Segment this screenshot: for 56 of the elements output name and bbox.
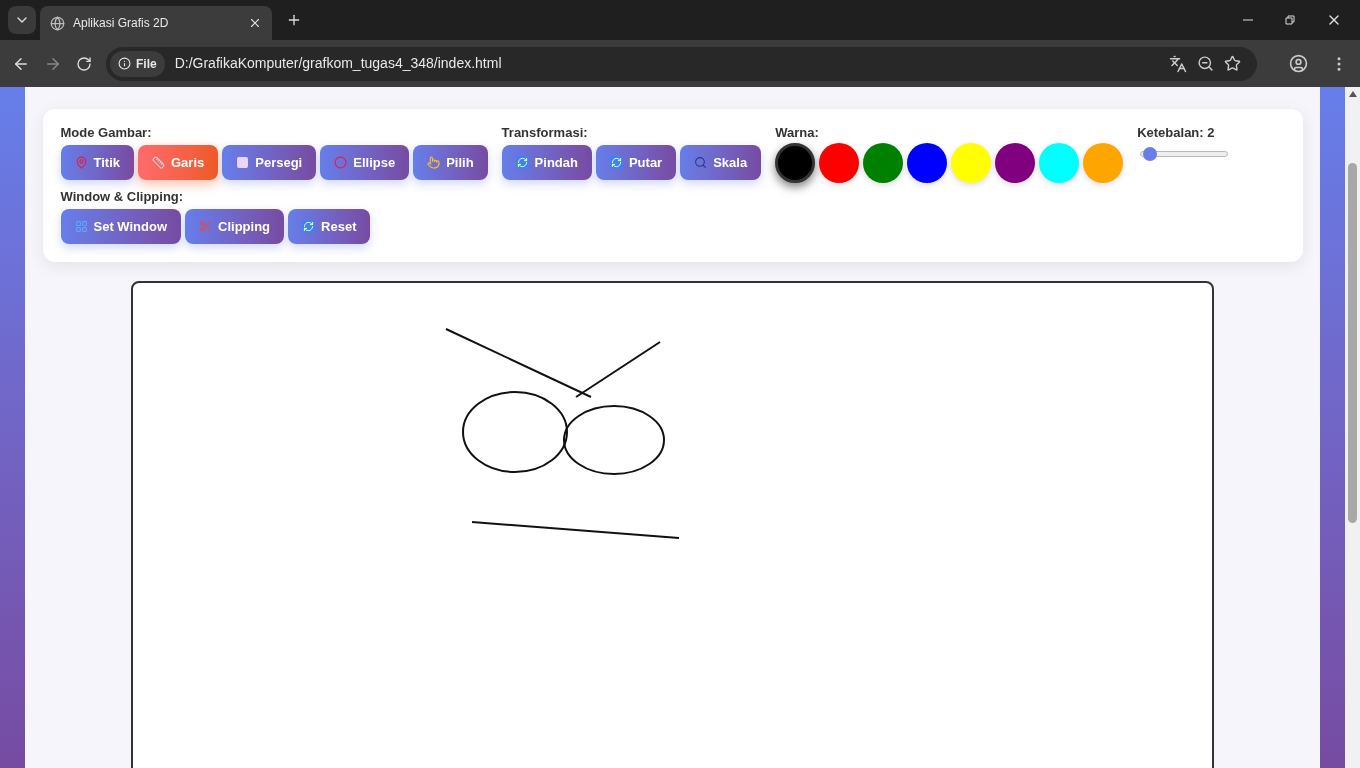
tool-button[interactable]: Putar bbox=[595, 145, 677, 180]
scissors-icon bbox=[199, 220, 213, 233]
reload-icon[interactable] bbox=[76, 55, 92, 72]
url-text: D:/GrafikaKomputer/grafkom_tugas4_348/index.html bbox=[174, 54, 503, 73]
zoom-out-icon[interactable] bbox=[1197, 55, 1214, 72]
ruler-icon bbox=[152, 156, 165, 169]
site-info-chip[interactable]: File bbox=[110, 50, 165, 77]
group-label: Window & Clipping: bbox=[60, 189, 185, 205]
globe-icon bbox=[50, 15, 65, 31]
scrollbar[interactable] bbox=[1345, 87, 1360, 768]
color-swatch[interactable] bbox=[819, 143, 860, 183]
translate-icon[interactable] bbox=[1169, 54, 1187, 73]
address-bar[interactable]: File D:/GrafikaKomputer/grafkom_tugas4_348/index.html bbox=[106, 46, 1257, 81]
profile-icon[interactable] bbox=[1289, 54, 1308, 73]
tool-button[interactable]: Pilih bbox=[413, 145, 488, 180]
group-label: Mode Gambar: bbox=[60, 125, 153, 141]
tool-button[interactable]: Garis bbox=[138, 145, 219, 180]
color-swatch[interactable] bbox=[1039, 143, 1080, 183]
tool-button[interactable]: Skala bbox=[680, 145, 762, 180]
group-label: Ketebalan: 2 bbox=[1137, 125, 1216, 141]
slider-thumb[interactable] bbox=[1142, 147, 1157, 161]
scroll-up-icon[interactable] bbox=[1348, 91, 1357, 97]
color-swatch[interactable] bbox=[863, 143, 904, 183]
refresh-icon bbox=[515, 156, 529, 169]
tool-button[interactable]: Ellipse bbox=[320, 145, 410, 180]
color-swatch[interactable] bbox=[951, 143, 992, 183]
magnifier-icon bbox=[694, 156, 708, 169]
group-label: Transformasi: bbox=[501, 125, 589, 141]
thickness-slider[interactable] bbox=[1140, 147, 1229, 161]
group-label: Warna: bbox=[775, 125, 820, 141]
tool-button[interactable]: Persegi bbox=[222, 145, 317, 180]
tool-button[interactable]: Clipping bbox=[185, 209, 285, 244]
restore-icon[interactable] bbox=[1284, 14, 1296, 26]
close-icon[interactable] bbox=[248, 16, 262, 30]
ring-icon bbox=[334, 156, 348, 169]
scrollbar-thumb[interactable] bbox=[1348, 163, 1357, 523]
tool-button[interactable]: Set Window bbox=[60, 209, 182, 244]
refresh-icon bbox=[302, 220, 316, 233]
tab-title: Aplikasi Grafis 2D bbox=[73, 15, 170, 32]
color-swatch[interactable] bbox=[907, 143, 948, 183]
color-swatch[interactable] bbox=[1083, 143, 1124, 183]
refresh-icon bbox=[609, 156, 623, 169]
tab-list-button[interactable] bbox=[8, 6, 36, 34]
pin-icon bbox=[74, 156, 88, 169]
info-icon bbox=[118, 57, 131, 70]
window-icon bbox=[74, 220, 88, 233]
tool-button[interactable]: Titik bbox=[60, 145, 134, 180]
color-swatch[interactable] bbox=[995, 143, 1036, 183]
tool-button[interactable]: Pindah bbox=[501, 145, 592, 180]
pointing-hand-icon bbox=[427, 156, 441, 169]
browser-tab[interactable]: Aplikasi Grafis 2D bbox=[40, 6, 272, 40]
square-icon bbox=[236, 156, 250, 169]
color-swatch[interactable] bbox=[775, 143, 816, 183]
bookmark-star-icon[interactable] bbox=[1224, 55, 1241, 72]
new-tab-icon[interactable] bbox=[286, 12, 302, 28]
tool-button[interactable]: Reset bbox=[288, 209, 371, 244]
